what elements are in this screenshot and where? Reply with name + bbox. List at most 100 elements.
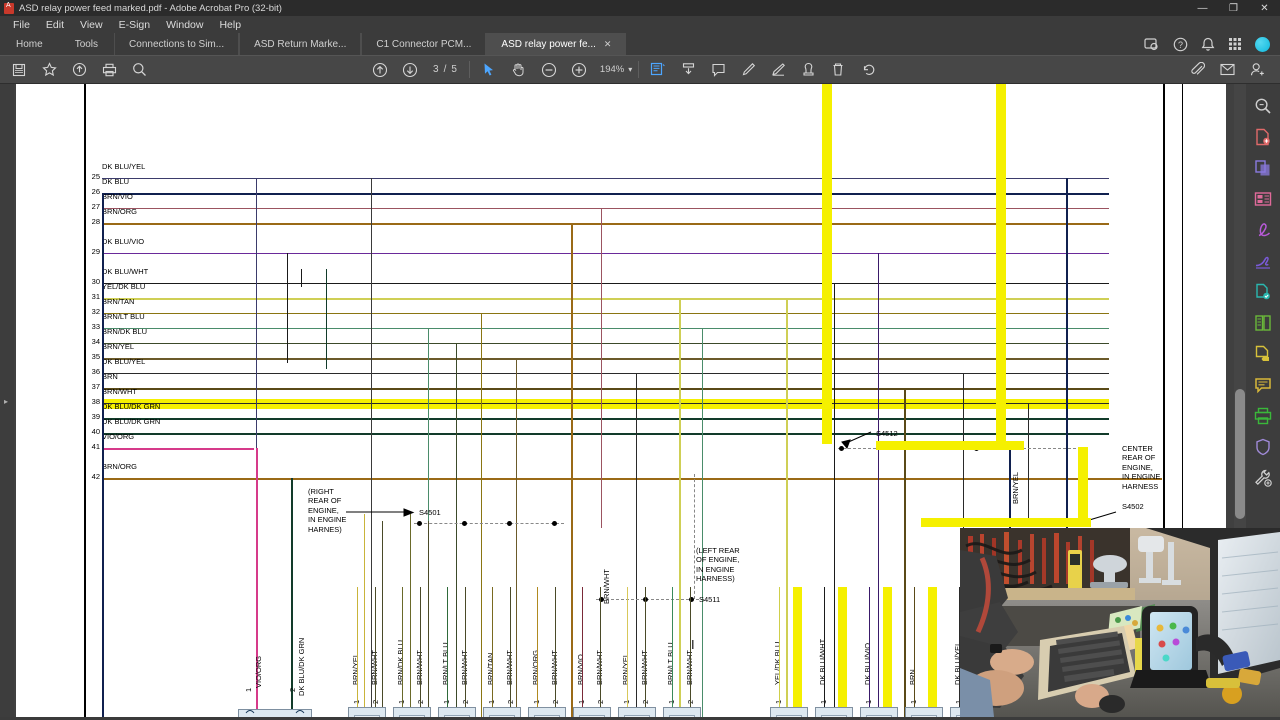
trash-icon[interactable] [825, 58, 851, 82]
scroll-mode-icon[interactable] [675, 58, 701, 82]
shield-icon[interactable] [1251, 435, 1275, 459]
tab-label: ASD relay power fe... [501, 38, 596, 50]
undo-icon[interactable] [855, 58, 881, 82]
stamp-icon[interactable] [795, 58, 821, 82]
menu-file[interactable]: File [5, 18, 38, 32]
email-icon[interactable] [1214, 58, 1240, 82]
menu-esign[interactable]: E-Sign [111, 18, 159, 32]
search-icon[interactable] [1251, 94, 1275, 118]
close-button[interactable]: ✕ [1249, 0, 1280, 16]
create-pdf-icon[interactable] [1251, 125, 1275, 149]
avatar[interactable] [1255, 36, 1270, 52]
organize-pages-icon[interactable] [1251, 187, 1275, 211]
highlight-pen-icon[interactable] [735, 58, 761, 82]
drop-ign7 [904, 388, 906, 717]
menu-window[interactable]: Window [158, 18, 211, 32]
zoom-in-icon[interactable] [566, 58, 592, 82]
screenshot-icon[interactable] [1144, 37, 1160, 52]
protect-icon[interactable] [1251, 280, 1275, 304]
sign-icon[interactable] [1251, 249, 1275, 273]
tab-tools[interactable]: Tools [59, 33, 114, 55]
splice-dot-2 [507, 521, 512, 526]
apps-grid-icon[interactable] [1228, 37, 1242, 51]
export-pdf-icon[interactable] [1251, 311, 1275, 335]
wire-label-40: DK BLU/DK GRN [102, 417, 161, 426]
cursor-icon[interactable] [476, 58, 502, 82]
help-icon[interactable]: ? [1173, 37, 1188, 52]
hand-icon[interactable] [506, 58, 532, 82]
page-indicator: 3 / 5 [433, 64, 457, 75]
scrollbar-thumb[interactable] [1235, 389, 1245, 519]
comment-icon[interactable] [705, 58, 731, 82]
ignition-coil-hl-3 [883, 587, 892, 707]
menu-view[interactable]: View [72, 18, 111, 32]
splice-dot-3 [552, 521, 557, 526]
fuel-injector-wire2-5 [555, 587, 557, 707]
ignition-coil-coil-symbol-3 [866, 715, 892, 717]
inj1-a [364, 514, 366, 717]
wire-line-40 [102, 433, 1109, 435]
edit-pdf-icon[interactable] [1251, 218, 1275, 242]
splice-dot-1 [462, 521, 467, 526]
fuel-injector-wire2-6 [600, 587, 602, 707]
fuel-injector-coil-symbol-1 [354, 715, 380, 717]
wire-number-41: 41 [91, 442, 100, 451]
ect-wire2-label: DK BLU/DK GRN [297, 637, 306, 696]
left-navigation-rail[interactable]: ▸ [0, 84, 14, 717]
main-toolbar: 3 / 5 194% ▾ [0, 55, 1280, 84]
upload-cloud-icon[interactable] [66, 58, 92, 82]
marked-trace-0 [822, 84, 832, 444]
save-icon[interactable] [6, 58, 32, 82]
minimize-button[interactable]: — [1187, 0, 1218, 16]
chevron-down-icon[interactable]: ▾ [628, 65, 632, 74]
drop-ign3 [878, 253, 880, 717]
star-icon[interactable] [36, 58, 62, 82]
share-person-icon[interactable] [1244, 58, 1270, 82]
print-icon[interactable] [96, 58, 122, 82]
wire-number-42: 42 [91, 472, 100, 481]
tools-wrench-icon[interactable] [1251, 466, 1275, 490]
window-title-bar: ASD relay power feed marked.pdf - Adobe … [0, 0, 1280, 16]
zoom-level-selector[interactable]: 194% ▾ [600, 64, 632, 75]
fill-sign-icon[interactable] [1251, 342, 1275, 366]
wire-line-26 [102, 193, 1109, 195]
zoom-search-icon[interactable] [126, 58, 152, 82]
bell-icon[interactable] [1201, 37, 1215, 52]
wire-number-32: 32 [91, 307, 100, 316]
wire-label-41: VIO/ORG [102, 432, 135, 441]
zoom-out-icon[interactable] [536, 58, 562, 82]
fit-page-icon[interactable] [645, 58, 671, 82]
draw-icon[interactable] [765, 58, 791, 82]
toolbar-view-tools: 194% ▾ [476, 58, 632, 82]
left-rear-note: (LEFT REAR OF ENGINE, IN ENGINE HARNESS) [696, 546, 740, 584]
ignition-coil-wire1-label-2: DK BLU/WHT [818, 638, 827, 685]
drop-dkbluyel [256, 178, 258, 448]
wire-line-30 [102, 283, 1109, 285]
menu-edit[interactable]: Edit [38, 18, 72, 32]
tab-home[interactable]: Home [0, 33, 59, 55]
maximize-button[interactable]: ❐ [1218, 0, 1249, 16]
attach-icon[interactable] [1184, 58, 1210, 82]
tab-close-icon[interactable]: ✕ [604, 39, 612, 50]
wire-number-28: 28 [91, 217, 100, 226]
tab-asd-return-marked[interactable]: ASD Return Marke... [239, 33, 362, 55]
drop-brnltblu2 [702, 328, 704, 717]
menu-help[interactable]: Help [211, 18, 249, 32]
next-page-icon[interactable] [397, 58, 423, 82]
marked-trace-1 [996, 84, 1006, 448]
tab-asd-relay-power-feed[interactable]: ASD relay power fe... ✕ [486, 33, 627, 55]
wire-number-36: 36 [91, 367, 100, 376]
video-overlay[interactable] [960, 528, 1280, 717]
ignition-coil-coil-symbol-1 [776, 715, 802, 717]
prev-page-icon[interactable] [367, 58, 393, 82]
wire-line-39 [102, 418, 1109, 420]
ignition-coil-hl-1 [793, 587, 802, 707]
tab-c1-connector-pcm[interactable]: C1 Connector PCM... [361, 33, 487, 55]
print-production-icon[interactable] [1251, 404, 1275, 428]
comment-icon[interactable] [1251, 373, 1275, 397]
expand-panel-arrow-icon[interactable]: ▸ [4, 397, 8, 406]
tab-connections-to-sim[interactable]: Connections to Sim... [114, 33, 240, 55]
inj2-a [410, 514, 412, 717]
page-current-input[interactable]: 3 [433, 64, 439, 75]
combine-files-icon[interactable] [1251, 156, 1275, 180]
